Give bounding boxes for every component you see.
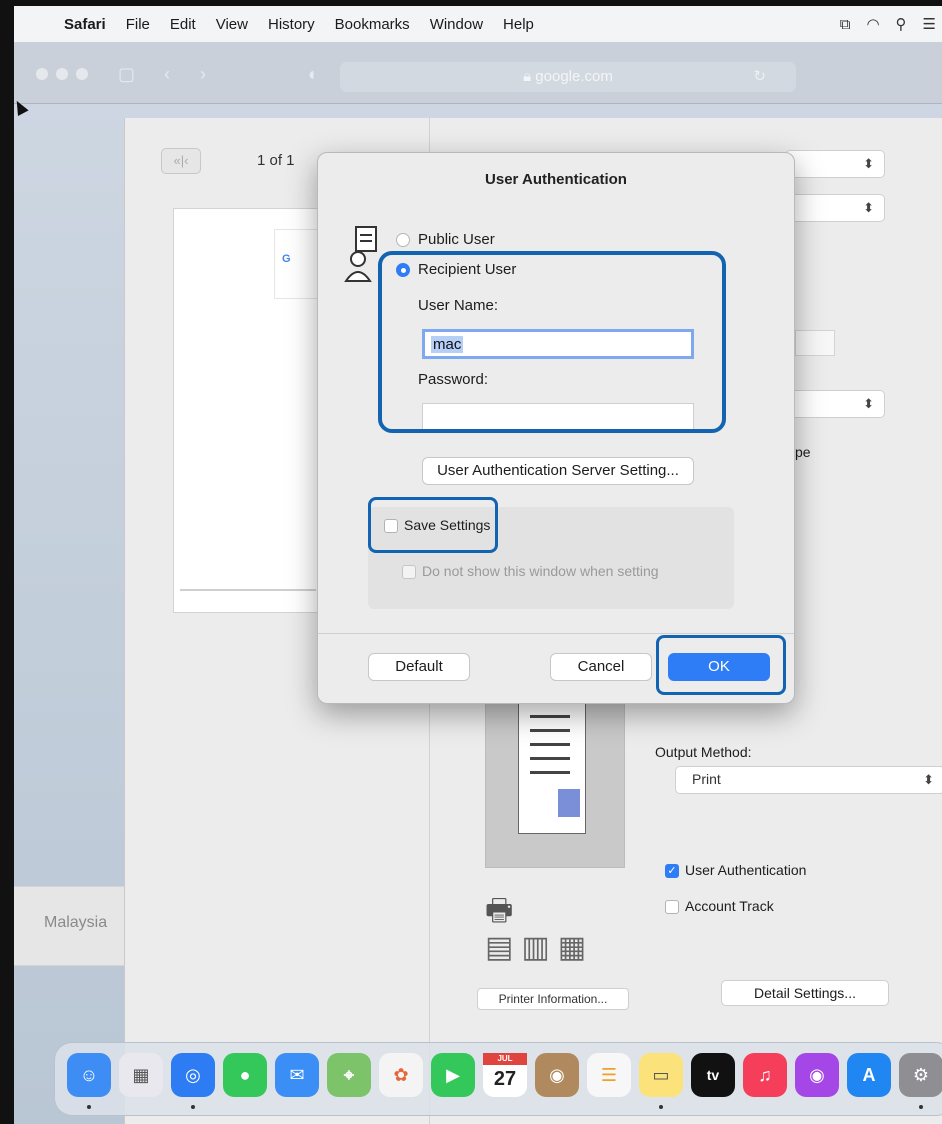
dont-show-checkbox[interactable] bbox=[402, 565, 416, 579]
dont-show-label: Do not show this window when setting bbox=[422, 563, 659, 579]
contacts-icon[interactable]: ◉ bbox=[535, 1053, 579, 1097]
safari-icon[interactable]: ◎ bbox=[171, 1053, 215, 1097]
reload-icon[interactable]: ↻ bbox=[753, 62, 766, 92]
notes-icon[interactable]: ▭ bbox=[639, 1053, 683, 1097]
minimize-window-button[interactable] bbox=[56, 68, 68, 80]
cancel-button[interactable]: Cancel bbox=[550, 653, 652, 681]
public-user-label: Public User bbox=[418, 231, 495, 248]
window-controls bbox=[36, 68, 88, 80]
printer-popup[interactable]: ⬍ bbox=[785, 150, 885, 178]
running-indicator bbox=[919, 1105, 923, 1109]
menu-help[interactable]: Help bbox=[493, 16, 544, 33]
safari-toolbar: ▢ ‹ › ◖ 🔒︎ google.com ↻ bbox=[14, 42, 942, 104]
presets-popup[interactable]: ⬍ bbox=[785, 194, 885, 222]
back-icon[interactable]: ‹ bbox=[164, 64, 170, 85]
dialog-separator bbox=[318, 633, 794, 634]
forward-icon[interactable]: › bbox=[200, 64, 206, 85]
maps-icon[interactable]: ⌖ bbox=[327, 1053, 371, 1097]
menu-edit[interactable]: Edit bbox=[160, 16, 206, 33]
copies-field[interactable] bbox=[795, 330, 835, 356]
chevron-updown-icon: ⬍ bbox=[863, 396, 874, 411]
page-nav-first-prev[interactable]: «|‹ bbox=[161, 148, 201, 174]
messages-icon[interactable]: ● bbox=[223, 1053, 267, 1097]
user-authentication-dialog: User Authentication Public User Recipien… bbox=[317, 152, 795, 704]
app-store-icon[interactable]: A bbox=[847, 1053, 891, 1097]
user-authentication-checkbox[interactable]: ✓ bbox=[665, 864, 679, 878]
screen-mirroring-icon[interactable]: ⧉ bbox=[840, 16, 851, 33]
music-icon[interactable]: ♫ bbox=[743, 1053, 787, 1097]
sidebar-icon[interactable]: ▢ bbox=[118, 64, 135, 85]
paper-line bbox=[530, 729, 570, 732]
menu-app-name[interactable]: Safari bbox=[54, 16, 116, 33]
privacy-shield-icon[interactable]: ◖ bbox=[306, 64, 317, 85]
close-window-button[interactable] bbox=[36, 68, 48, 80]
google-logo-icon: G bbox=[282, 253, 291, 265]
running-indicator bbox=[87, 1105, 91, 1109]
paper-line bbox=[530, 771, 570, 774]
control-center-icon[interactable]: ☰ bbox=[923, 15, 936, 33]
running-indicator bbox=[191, 1105, 195, 1109]
user-authentication-server-setting-button[interactable]: User Authentication Server Setting... bbox=[422, 457, 694, 485]
user-document-icon bbox=[344, 226, 377, 282]
wifi-icon[interactable]: ◠ bbox=[866, 15, 879, 33]
tv-icon[interactable]: tv bbox=[691, 1053, 735, 1097]
partial-option-label: pe bbox=[795, 444, 811, 460]
dock: ☺ ▦ ◎ ● ✉ ⌖ ✿ ▶ JUL 27 ◉ ☰ ▭ tv ♫ ◉ A ⚙ bbox=[54, 1042, 942, 1116]
reminders-icon[interactable]: ☰ bbox=[587, 1053, 631, 1097]
chevron-updown-icon: ⬍ bbox=[863, 200, 874, 215]
menu-bar: Safari File Edit View History Bookmarks … bbox=[14, 6, 942, 42]
address-bar[interactable]: 🔒︎ google.com ↻ bbox=[340, 62, 796, 92]
photos-icon[interactable]: ✿ bbox=[379, 1053, 423, 1097]
podcasts-icon[interactable]: ◉ bbox=[795, 1053, 839, 1097]
recipient-user-highlight bbox=[378, 251, 726, 433]
paper-line bbox=[530, 757, 570, 760]
output-method-label: Output Method: bbox=[655, 744, 752, 760]
menu-history[interactable]: History bbox=[258, 16, 325, 33]
account-track-label: Account Track bbox=[685, 898, 774, 914]
running-indicator bbox=[659, 1105, 663, 1109]
spotlight-search-icon[interactable]: ⚲ bbox=[896, 15, 907, 33]
chevron-updown-icon: ⬍ bbox=[863, 156, 874, 171]
ok-button-highlight bbox=[656, 635, 786, 695]
page-preview-thumbnail: G bbox=[173, 208, 334, 613]
account-track-checkbox[interactable] bbox=[665, 900, 679, 914]
default-button[interactable]: Default bbox=[368, 653, 470, 681]
menu-file[interactable]: File bbox=[116, 16, 160, 33]
chevron-updown-icon: ⬍ bbox=[923, 772, 934, 787]
detail-settings-button[interactable]: Detail Settings... bbox=[721, 980, 889, 1006]
calendar-icon[interactable]: JUL 27 bbox=[483, 1053, 527, 1097]
zoom-window-button[interactable] bbox=[76, 68, 88, 80]
paper-line bbox=[530, 715, 570, 718]
address-text: google.com bbox=[535, 68, 613, 85]
region-label: Malaysia bbox=[44, 914, 108, 931]
lock-icon: 🔒︎ bbox=[523, 68, 536, 85]
preview-footer-line bbox=[180, 589, 316, 591]
paper-size-popup[interactable]: ⬍ bbox=[785, 390, 885, 418]
output-method-popup[interactable]: Print ⬍ bbox=[675, 766, 942, 794]
dialog-title: User Authentication bbox=[485, 171, 627, 188]
finder-icon[interactable]: ☺ bbox=[67, 1053, 111, 1097]
status-icons: ▤▥▦ bbox=[485, 931, 595, 964]
save-settings-highlight bbox=[368, 497, 498, 553]
printer-information-button[interactable]: Printer Information... bbox=[477, 988, 629, 1010]
page-count: 1 of 1 bbox=[257, 152, 295, 169]
menu-extras: ⧉ ◠ ⚲ ☰ bbox=[840, 6, 936, 42]
output-method-value: Print bbox=[692, 771, 721, 787]
paper-line bbox=[530, 743, 570, 746]
mail-icon[interactable]: ✉ bbox=[275, 1053, 319, 1097]
desktop-screen: Safari File Edit View History Bookmarks … bbox=[0, 0, 942, 1124]
facetime-icon[interactable]: ▶ bbox=[431, 1053, 475, 1097]
printer-diagram bbox=[485, 688, 625, 868]
paper-color-block bbox=[558, 789, 580, 817]
system-preferences-icon[interactable]: ⚙ bbox=[899, 1053, 942, 1097]
launchpad-icon[interactable]: ▦ bbox=[119, 1053, 163, 1097]
calendar-day: 27 bbox=[493, 1068, 517, 1090]
public-user-radio[interactable] bbox=[396, 233, 410, 247]
calendar-month: JUL bbox=[483, 1053, 527, 1065]
user-authentication-label: User Authentication bbox=[685, 862, 807, 878]
menu-view[interactable]: View bbox=[206, 16, 258, 33]
menu-bookmarks[interactable]: Bookmarks bbox=[325, 16, 420, 33]
menu-window[interactable]: Window bbox=[420, 16, 493, 33]
